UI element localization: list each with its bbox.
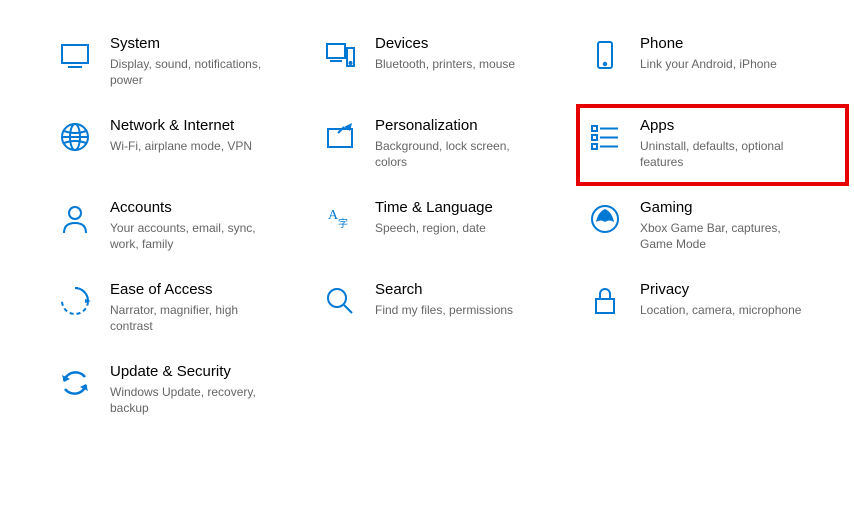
settings-item-desc: Bluetooth, printers, mouse	[375, 56, 515, 72]
settings-item-desc: Display, sound, notifications, power	[110, 56, 280, 88]
settings-item-text: Phone Link your Android, iPhone	[640, 34, 787, 72]
settings-item-title: Personalization	[375, 116, 545, 136]
settings-item-devices[interactable]: Devices Bluetooth, printers, mouse	[315, 30, 580, 92]
settings-grid: System Display, sound, notifications, po…	[0, 0, 854, 420]
settings-item-phone[interactable]: Phone Link your Android, iPhone	[580, 30, 845, 92]
time-language-icon: A 字	[321, 200, 359, 238]
phone-icon	[586, 36, 624, 74]
settings-item-text: Privacy Location, camera, microphone	[640, 280, 811, 318]
settings-item-gaming[interactable]: Gaming Xbox Game Bar, captures, Game Mod…	[580, 194, 845, 256]
settings-item-system[interactable]: System Display, sound, notifications, po…	[50, 30, 315, 92]
settings-item-ease[interactable]: Ease of Access Narrator, magnifier, high…	[50, 276, 315, 338]
settings-item-title: Update & Security	[110, 362, 280, 382]
settings-item-desc: Background, lock screen, colors	[375, 138, 545, 170]
settings-item-desc: Xbox Game Bar, captures, Game Mode	[640, 220, 810, 252]
settings-item-title: Gaming	[640, 198, 810, 218]
settings-item-title: Devices	[375, 34, 515, 54]
settings-item-desc: Narrator, magnifier, high contrast	[110, 302, 280, 334]
settings-item-title: Privacy	[640, 280, 801, 300]
gaming-icon	[586, 200, 624, 238]
system-icon	[56, 36, 94, 74]
settings-item-desc: Link your Android, iPhone	[640, 56, 777, 72]
settings-item-accounts[interactable]: Accounts Your accounts, email, sync, wor…	[50, 194, 315, 256]
settings-item-desc: Wi-Fi, airplane mode, VPN	[110, 138, 252, 154]
settings-item-search[interactable]: Search Find my files, permissions	[315, 276, 580, 338]
settings-item-text: Gaming Xbox Game Bar, captures, Game Mod…	[640, 198, 820, 252]
settings-item-text: Search Find my files, permissions	[375, 280, 523, 318]
settings-item-text: System Display, sound, notifications, po…	[110, 34, 290, 88]
settings-item-timelang[interactable]: A 字 Time & Language Speech, region, date	[315, 194, 580, 256]
settings-item-title: Accounts	[110, 198, 280, 218]
devices-icon	[321, 36, 359, 74]
settings-item-title: Search	[375, 280, 513, 300]
settings-item-desc: Your accounts, email, sync, work, family	[110, 220, 280, 252]
accounts-icon	[56, 200, 94, 238]
privacy-icon	[586, 282, 624, 320]
personalization-icon	[321, 118, 359, 156]
update-security-icon	[56, 364, 94, 402]
settings-item-text: Time & Language Speech, region, date	[375, 198, 503, 236]
settings-item-update[interactable]: Update & Security Windows Update, recove…	[50, 358, 315, 420]
settings-item-title: Apps	[640, 116, 810, 136]
settings-item-title: Ease of Access	[110, 280, 280, 300]
settings-item-text: Ease of Access Narrator, magnifier, high…	[110, 280, 290, 334]
settings-item-text: Apps Uninstall, defaults, optional featu…	[640, 116, 820, 170]
settings-item-apps[interactable]: Apps Uninstall, defaults, optional featu…	[576, 104, 849, 186]
settings-item-text: Personalization Background, lock screen,…	[375, 116, 555, 170]
svg-text:字: 字	[338, 217, 348, 230]
settings-item-title: Phone	[640, 34, 777, 54]
settings-item-desc: Find my files, permissions	[375, 302, 513, 318]
settings-item-title: System	[110, 34, 280, 54]
settings-item-text: Accounts Your accounts, email, sync, wor…	[110, 198, 290, 252]
settings-item-privacy[interactable]: Privacy Location, camera, microphone	[580, 276, 845, 338]
settings-item-text: Devices Bluetooth, printers, mouse	[375, 34, 525, 72]
settings-item-title: Network & Internet	[110, 116, 252, 136]
settings-item-title: Time & Language	[375, 198, 493, 218]
settings-item-desc: Windows Update, recovery, backup	[110, 384, 280, 416]
search-icon	[321, 282, 359, 320]
ease-of-access-icon	[56, 282, 94, 320]
network-icon	[56, 118, 94, 156]
settings-item-desc: Uninstall, defaults, optional features	[640, 138, 810, 170]
settings-item-desc: Speech, region, date	[375, 220, 493, 236]
settings-item-personalization[interactable]: Personalization Background, lock screen,…	[315, 112, 580, 174]
settings-item-text: Update & Security Windows Update, recove…	[110, 362, 290, 416]
settings-item-desc: Location, camera, microphone	[640, 302, 801, 318]
apps-icon	[586, 118, 624, 156]
settings-item-network[interactable]: Network & Internet Wi-Fi, airplane mode,…	[50, 112, 315, 174]
settings-item-text: Network & Internet Wi-Fi, airplane mode,…	[110, 116, 262, 154]
